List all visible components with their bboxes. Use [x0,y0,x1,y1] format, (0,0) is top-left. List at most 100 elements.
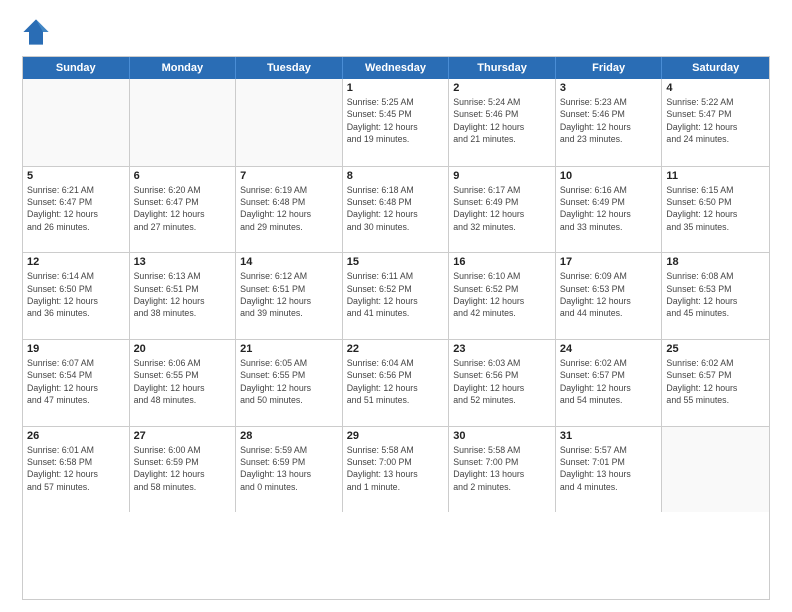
empty-cell-w0c2 [236,79,343,166]
day-info: Sunrise: 5:23 AM Sunset: 5:46 PM Dayligh… [560,96,658,145]
day-cell-16: 16 Sunrise: 6:10 AM Sunset: 6:52 PM Dayli… [449,253,556,339]
day-info: Sunrise: 6:09 AM Sunset: 6:53 PM Dayligh… [560,270,658,319]
weekday-header-friday: Friday [556,57,663,79]
day-info: Sunrise: 6:15 AM Sunset: 6:50 PM Dayligh… [666,184,765,233]
weekday-header-saturday: Saturday [662,57,769,79]
day-cell-18: 18Sunrise: 6:08 AM Sunset: 6:53 PM Dayli… [662,253,769,339]
day-info: Sunrise: 5:24 AM Sunset: 5:46 PM Dayligh… [453,96,551,145]
day-number: 2 [453,82,551,94]
day-number: 29 [347,430,445,442]
weekday-header-sunday: Sunday [23,57,130,79]
header [22,18,770,46]
day-cell-13: 13 Sunrise: 6:13 AM Sunset: 6:51 PM Dayli… [130,253,237,339]
empty-cell-w4c6 [662,427,769,513]
calendar-week-4: 19 Sunrise: 6:07 AM Sunset: 6:54 PM Dayli… [23,339,769,426]
calendar-week-3: 12 Sunrise: 6:14 AM Sunset: 6:50 PM Dayli… [23,252,769,339]
day-info: Sunrise: 5:22 AM Sunset: 5:47 PM Dayligh… [666,96,765,145]
day-number: 21 [240,343,338,355]
empty-cell-w0c1 [130,79,237,166]
day-number: 4 [666,82,765,94]
day-number: 8 [347,170,445,182]
day-number: 26 [27,430,125,442]
day-cell-27: 27 Sunrise: 6:00 AM Sunset: 6:59 PM Dayli… [130,427,237,513]
day-number: 22 [347,343,445,355]
day-number: 19 [27,343,125,355]
day-info: Sunrise: 5:57 AM Sunset: 7:01 PM Dayligh… [560,444,658,493]
day-cell-15: 15 Sunrise: 6:11 AM Sunset: 6:52 PM Dayli… [343,253,450,339]
day-cell-30: 30 Sunrise: 5:58 AM Sunset: 7:00 PM Dayli… [449,427,556,513]
weekday-header-thursday: Thursday [449,57,556,79]
day-number: 1 [347,82,445,94]
day-info: Sunrise: 6:08 AM Sunset: 6:53 PM Dayligh… [666,270,765,319]
day-number: 28 [240,430,338,442]
calendar-week-5: 26 Sunrise: 6:01 AM Sunset: 6:58 PM Dayli… [23,426,769,513]
calendar-body: 1Sunrise: 5:25 AM Sunset: 5:45 PM Daylig… [23,79,769,599]
day-cell-17: 17 Sunrise: 6:09 AM Sunset: 6:53 PM Dayli… [556,253,663,339]
day-info: Sunrise: 6:02 AM Sunset: 6:57 PM Dayligh… [560,357,658,406]
day-info: Sunrise: 6:03 AM Sunset: 6:56 PM Dayligh… [453,357,551,406]
day-number: 16 [453,256,551,268]
day-info: Sunrise: 6:00 AM Sunset: 6:59 PM Dayligh… [134,444,232,493]
day-info: Sunrise: 6:14 AM Sunset: 6:50 PM Dayligh… [27,270,125,319]
day-cell-25: 25Sunrise: 6:02 AM Sunset: 6:57 PM Dayli… [662,340,769,426]
day-info: Sunrise: 6:02 AM Sunset: 6:57 PM Dayligh… [666,357,765,406]
weekday-header-monday: Monday [130,57,237,79]
day-number: 11 [666,170,765,182]
day-cell-9: 9 Sunrise: 6:17 AM Sunset: 6:49 PM Daylig… [449,167,556,253]
day-number: 13 [134,256,232,268]
day-number: 17 [560,256,658,268]
calendar-header: SundayMondayTuesdayWednesdayThursdayFrid… [23,57,769,79]
day-info: Sunrise: 6:05 AM Sunset: 6:55 PM Dayligh… [240,357,338,406]
day-info: Sunrise: 5:59 AM Sunset: 6:59 PM Dayligh… [240,444,338,493]
day-cell-6: 6 Sunrise: 6:20 AM Sunset: 6:47 PM Daylig… [130,167,237,253]
day-info: Sunrise: 6:06 AM Sunset: 6:55 PM Dayligh… [134,357,232,406]
day-number: 27 [134,430,232,442]
day-info: Sunrise: 6:16 AM Sunset: 6:49 PM Dayligh… [560,184,658,233]
day-cell-4: 4 Sunrise: 5:22 AM Sunset: 5:47 PM Daylig… [662,79,769,166]
day-cell-5: 5 Sunrise: 6:21 AM Sunset: 6:47 PM Daylig… [23,167,130,253]
page: SundayMondayTuesdayWednesdayThursdayFrid… [0,0,792,612]
logo-icon [22,18,50,46]
day-info: Sunrise: 6:17 AM Sunset: 6:49 PM Dayligh… [453,184,551,233]
day-cell-19: 19 Sunrise: 6:07 AM Sunset: 6:54 PM Dayli… [23,340,130,426]
day-info: Sunrise: 6:13 AM Sunset: 6:51 PM Dayligh… [134,270,232,319]
day-number: 20 [134,343,232,355]
day-info: Sunrise: 6:07 AM Sunset: 6:54 PM Dayligh… [27,357,125,406]
day-cell-8: 8 Sunrise: 6:18 AM Sunset: 6:48 PM Daylig… [343,167,450,253]
day-number: 23 [453,343,551,355]
day-info: Sunrise: 5:58 AM Sunset: 7:00 PM Dayligh… [347,444,445,493]
day-number: 6 [134,170,232,182]
day-info: Sunrise: 6:01 AM Sunset: 6:58 PM Dayligh… [27,444,125,493]
calendar-week-1: 1Sunrise: 5:25 AM Sunset: 5:45 PM Daylig… [23,79,769,166]
day-number: 12 [27,256,125,268]
day-cell-7: 7Sunrise: 6:19 AM Sunset: 6:48 PM Daylig… [236,167,343,253]
day-number: 15 [347,256,445,268]
day-cell-31: 31Sunrise: 5:57 AM Sunset: 7:01 PM Dayli… [556,427,663,513]
day-cell-14: 14 Sunrise: 6:12 AM Sunset: 6:51 PM Dayli… [236,253,343,339]
day-cell-26: 26 Sunrise: 6:01 AM Sunset: 6:58 PM Dayli… [23,427,130,513]
day-info: Sunrise: 6:12 AM Sunset: 6:51 PM Dayligh… [240,270,338,319]
day-number: 5 [27,170,125,182]
day-info: Sunrise: 6:18 AM Sunset: 6:48 PM Dayligh… [347,184,445,233]
day-number: 14 [240,256,338,268]
day-cell-10: 10 Sunrise: 6:16 AM Sunset: 6:49 PM Dayli… [556,167,663,253]
day-info: Sunrise: 6:11 AM Sunset: 6:52 PM Dayligh… [347,270,445,319]
day-cell-22: 22 Sunrise: 6:04 AM Sunset: 6:56 PM Dayli… [343,340,450,426]
day-cell-24: 24Sunrise: 6:02 AM Sunset: 6:57 PM Dayli… [556,340,663,426]
day-number: 30 [453,430,551,442]
day-info: Sunrise: 5:58 AM Sunset: 7:00 PM Dayligh… [453,444,551,493]
day-info: Sunrise: 6:19 AM Sunset: 6:48 PM Dayligh… [240,184,338,233]
day-cell-3: 3Sunrise: 5:23 AM Sunset: 5:46 PM Daylig… [556,79,663,166]
day-cell-28: 28 Sunrise: 5:59 AM Sunset: 6:59 PM Dayli… [236,427,343,513]
day-info: Sunrise: 6:21 AM Sunset: 6:47 PM Dayligh… [27,184,125,233]
logo [22,18,54,46]
day-cell-12: 12 Sunrise: 6:14 AM Sunset: 6:50 PM Dayli… [23,253,130,339]
day-info: Sunrise: 6:20 AM Sunset: 6:47 PM Dayligh… [134,184,232,233]
calendar: SundayMondayTuesdayWednesdayThursdayFrid… [22,56,770,600]
day-info: Sunrise: 6:10 AM Sunset: 6:52 PM Dayligh… [453,270,551,319]
day-number: 9 [453,170,551,182]
day-cell-29: 29 Sunrise: 5:58 AM Sunset: 7:00 PM Dayli… [343,427,450,513]
day-cell-23: 23 Sunrise: 6:03 AM Sunset: 6:56 PM Dayli… [449,340,556,426]
day-info: Sunrise: 6:04 AM Sunset: 6:56 PM Dayligh… [347,357,445,406]
day-number: 10 [560,170,658,182]
